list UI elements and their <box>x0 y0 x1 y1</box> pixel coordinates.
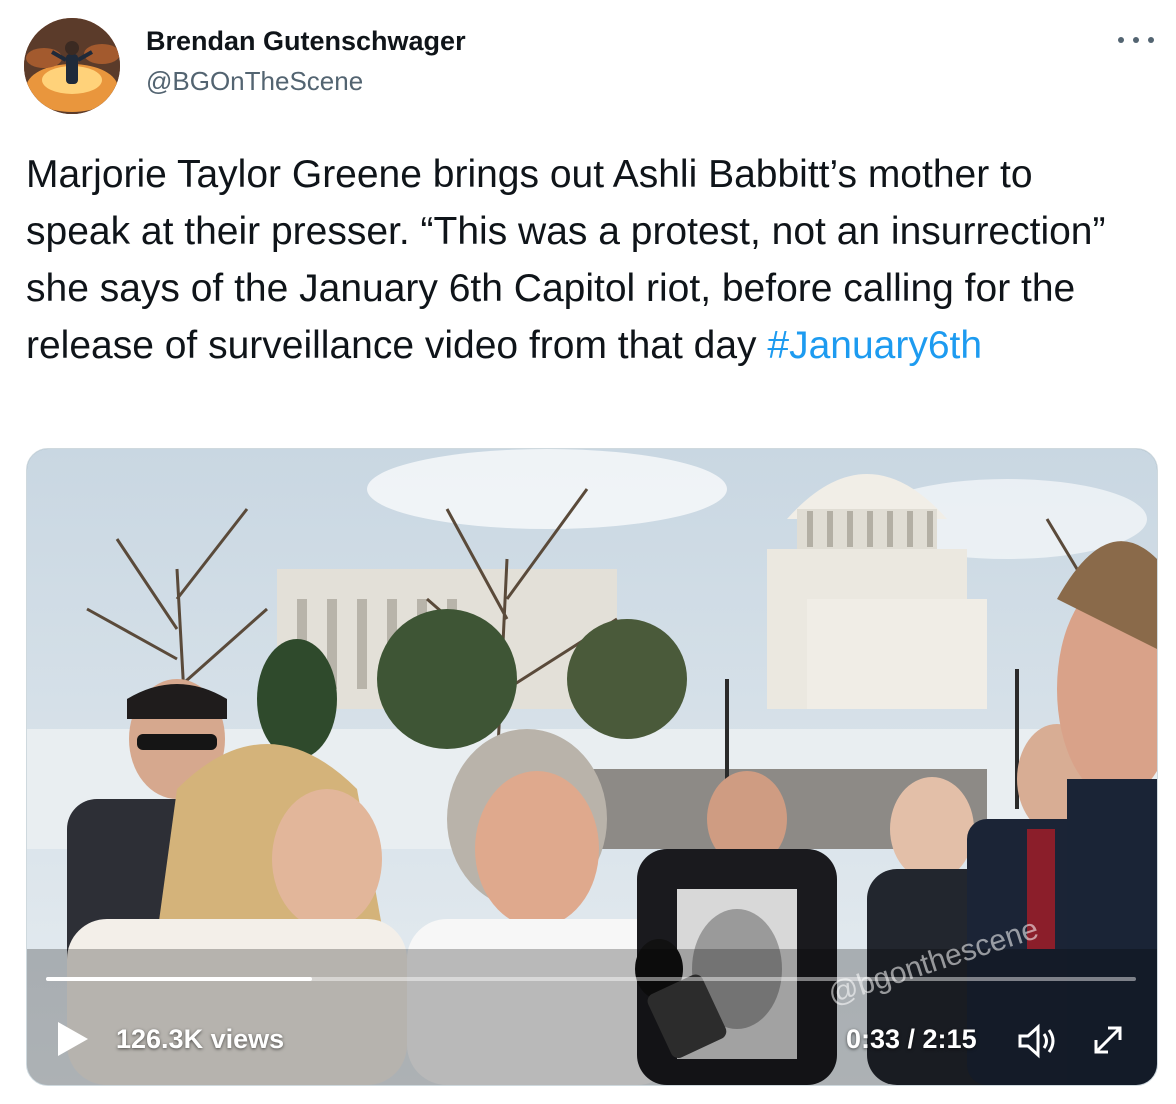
video-player[interactable] <box>26 448 1158 1086</box>
dot <box>1148 37 1154 43</box>
author-avatar[interactable] <box>24 18 120 114</box>
play-icon[interactable] <box>56 1020 90 1058</box>
view-count: 126.3K views <box>116 1024 285 1054</box>
hashtag-link[interactable]: #January6th <box>767 324 982 367</box>
more-options-icon[interactable] <box>1118 30 1154 50</box>
tweet-text: Marjorie Taylor Greene brings out Ashli … <box>26 146 1146 374</box>
profile-photo <box>24 18 120 114</box>
video-progress-bar[interactable] <box>46 977 1136 981</box>
video-frame <box>27 449 1157 1085</box>
author-handle[interactable]: @BGOnTheScene <box>146 66 363 97</box>
volume-icon[interactable] <box>1016 1022 1060 1060</box>
video-progress-fill <box>46 977 312 981</box>
fullscreen-icon[interactable] <box>1088 1020 1128 1060</box>
video-timestamp: 0:33 / 2:15 <box>846 1024 977 1054</box>
dot <box>1133 37 1139 43</box>
author-display-name[interactable]: Brendan Gutenschwager <box>146 26 466 57</box>
dot <box>1118 37 1124 43</box>
